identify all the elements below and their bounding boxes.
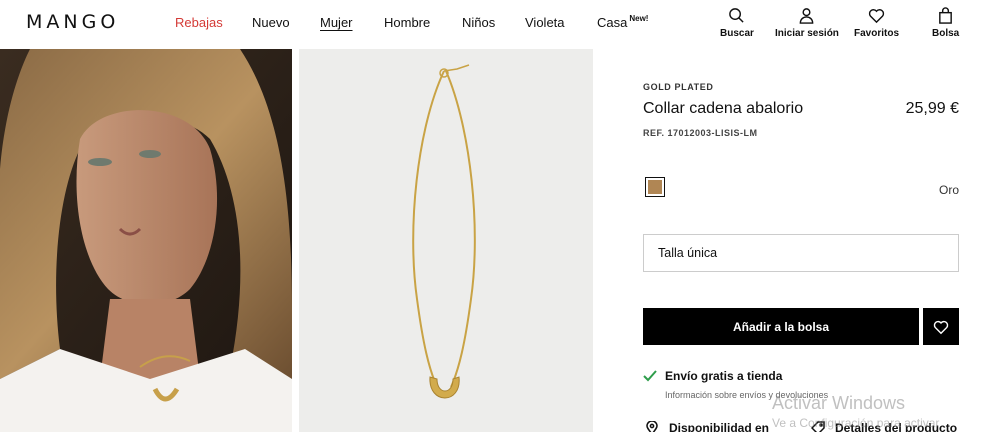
size-selector[interactable]: Talla única	[643, 234, 959, 272]
favorites-label: Favoritos	[854, 28, 900, 39]
bag-button[interactable]: Bolsa	[932, 7, 959, 39]
bag-icon	[939, 7, 952, 24]
add-to-favorites-button[interactable]	[923, 308, 959, 345]
search-label: Buscar	[720, 28, 754, 39]
site-header: MANGO Rebajas Nuevo Mujer Hombre Niños V…	[0, 0, 984, 49]
location-pin-icon	[646, 421, 658, 432]
search-icon	[729, 8, 745, 23]
search-button[interactable]: Buscar	[720, 7, 754, 39]
product-collection: GOLD PLATED	[643, 82, 714, 92]
nav-violeta[interactable]: Violeta	[525, 15, 565, 30]
new-badge: New!	[629, 14, 649, 23]
necklace-photo	[412, 64, 476, 399]
product-image-necklace[interactable]	[299, 49, 593, 432]
bag-label: Bolsa	[932, 28, 960, 39]
availability-link[interactable]: Disponibilidad en	[645, 421, 769, 432]
nav-ninos[interactable]: Niños	[462, 15, 495, 30]
add-to-bag-button[interactable]: Añadir a la bolsa	[643, 308, 919, 345]
mango-logo[interactable]: MANGO	[26, 11, 119, 33]
shipping-title: Envío gratis a tienda	[665, 369, 783, 383]
favorites-button[interactable]: Favoritos	[854, 7, 899, 39]
nav-mujer[interactable]: Mujer	[320, 15, 353, 30]
nav-casa-label: Casa	[597, 15, 628, 30]
free-shipping-note: Envío gratis a tienda	[643, 369, 782, 383]
login-label: Iniciar sesión	[775, 28, 839, 39]
color-swatch-gold[interactable]	[645, 177, 665, 197]
windows-activation-watermark: Activar Windows	[772, 393, 906, 413]
product-image-model[interactable]	[0, 49, 292, 432]
swatch-fill	[648, 180, 662, 194]
selected-color-name: Oro	[938, 183, 959, 197]
user-icon	[800, 8, 814, 24]
model-photo	[0, 49, 292, 432]
nav-nuevo[interactable]: Nuevo	[252, 15, 290, 30]
windows-activation-subtitle: Ve a Configuración para activar	[772, 416, 940, 430]
heart-icon	[868, 9, 885, 24]
check-icon	[643, 370, 657, 382]
login-button[interactable]: Iniciar sesión	[775, 7, 839, 39]
nav-casa[interactable]: Casa New!	[597, 14, 649, 30]
product-price: 25,99 €	[905, 100, 959, 117]
product-reference: REF. 17012003-LISIS-LM	[643, 128, 758, 138]
nav-hombre[interactable]: Hombre	[384, 15, 430, 30]
nav-rebajas[interactable]: Rebajas	[175, 15, 223, 30]
product-title: Collar cadena abalorio	[643, 100, 804, 117]
heart-icon	[933, 320, 949, 334]
availability-label: Disponibilidad en	[669, 421, 770, 432]
